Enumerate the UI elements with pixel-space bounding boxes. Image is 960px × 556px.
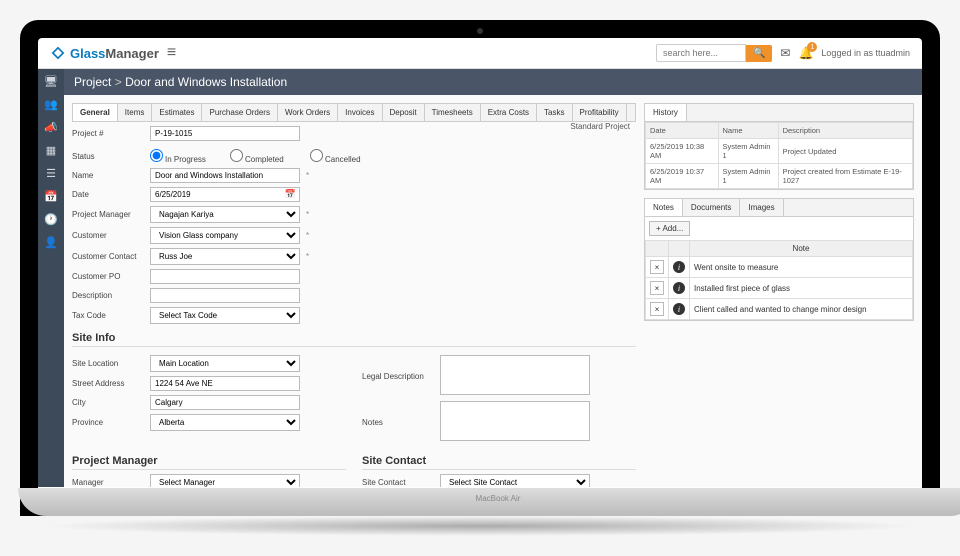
tab-profitability[interactable]: Profitability (573, 104, 627, 121)
street-input[interactable] (150, 376, 300, 391)
note-row: ×iWent onsite to measure (646, 257, 913, 278)
name-input[interactable] (150, 168, 300, 183)
search-button[interactable]: 🔍 (746, 45, 772, 62)
customer-label: Customer (72, 231, 144, 240)
add-note-button[interactable]: + Add... (649, 221, 690, 236)
search-input[interactable] (656, 44, 746, 62)
status-cancelled[interactable] (310, 149, 323, 162)
note-row: ×iInstalled first piece of glass (646, 278, 913, 299)
info-icon[interactable]: i (673, 261, 685, 273)
calendar-icon[interactable]: 📅 (285, 189, 296, 200)
tab-timesheets[interactable]: Timesheets (425, 104, 481, 121)
nav-clock-icon[interactable]: 🕐 (44, 213, 58, 226)
info-icon[interactable]: i (673, 303, 685, 315)
site-notes-input[interactable] (440, 401, 590, 441)
status-label: Status (72, 152, 144, 161)
tab-invoices[interactable]: Invoices (338, 104, 382, 121)
top-bar: GlassManager ≡ 🔍 ✉ 🔔1 Logged in as ttuad… (38, 38, 922, 69)
site-info-heading: Site Info (72, 332, 636, 347)
legal-desc-input[interactable] (440, 355, 590, 395)
tab-estimates[interactable]: Estimates (152, 104, 202, 121)
tab-extra-costs[interactable]: Extra Costs (481, 104, 537, 121)
notifications-icon[interactable]: 🔔1 (798, 46, 813, 60)
desc-input[interactable] (150, 288, 300, 303)
delete-note-button[interactable]: × (650, 260, 664, 274)
tax-label: Tax Code (72, 311, 144, 320)
history-panel: History DateNameDescription 6/25/2019 10… (644, 103, 914, 190)
name-label: Name (72, 171, 144, 180)
pm-select[interactable]: Nagajan Kariya (150, 206, 300, 223)
tab-general[interactable]: General (73, 104, 118, 121)
history-row: 6/25/2019 10:37 AMSystem Admin 1Project … (646, 164, 913, 189)
sc-section-heading: Site Contact (362, 455, 636, 470)
city-input[interactable] (150, 395, 300, 410)
desc-label: Description (72, 291, 144, 300)
contact-label: Customer Contact (72, 252, 144, 261)
status-radios: In Progress Completed Cancelled (150, 149, 382, 164)
breadcrumb-current: Door and Windows Installation (125, 75, 287, 89)
po-label: Customer PO (72, 272, 144, 281)
nav-calendar-icon[interactable]: 📅 (44, 190, 58, 203)
nav-announce-icon[interactable]: 📣 (44, 121, 58, 134)
info-icon[interactable]: i (673, 282, 685, 294)
tab-purchase-orders[interactable]: Purchase Orders (202, 104, 277, 121)
breadcrumb: Project > Door and Windows Installation (64, 69, 922, 95)
date-label: Date (72, 190, 144, 199)
nav-person-icon[interactable]: 👤 (44, 236, 58, 249)
project-no-input[interactable] (150, 126, 300, 141)
standard-project-label: Standard Project (570, 122, 636, 145)
side-nav: 🖥 👥 📣 ▦ ☰ 📅 🕐 👤 (38, 69, 64, 487)
tab-tasks[interactable]: Tasks (537, 104, 572, 121)
logo: GlassManager (50, 45, 159, 61)
project-tabs: General Items Estimates Purchase Orders … (72, 103, 636, 122)
project-no-label: Project # (72, 129, 144, 138)
login-status: Logged in as ttuadmin (821, 48, 910, 58)
nav-users-icon[interactable]: 👥 (44, 98, 58, 111)
menu-toggle-icon[interactable]: ≡ (167, 44, 176, 62)
site-contact-select[interactable]: Select Site Contact (440, 474, 590, 487)
breadcrumb-root[interactable]: Project (74, 75, 111, 89)
province-select[interactable]: Alberta (150, 414, 300, 431)
status-completed[interactable] (230, 149, 243, 162)
history-row: 6/25/2019 10:38 AMSystem Admin 1Project … (646, 139, 913, 164)
date-input[interactable] (150, 187, 300, 202)
contact-select[interactable]: Russ Joe (150, 248, 300, 265)
nav-dashboard-icon[interactable]: 🖥 (44, 75, 58, 88)
images-tab[interactable]: Images (740, 199, 783, 216)
tax-select[interactable]: Select Tax Code (150, 307, 300, 324)
status-in-progress[interactable] (150, 149, 163, 162)
logo-icon (50, 45, 66, 61)
manager-select[interactable]: Select Manager (150, 474, 300, 487)
tab-items[interactable]: Items (118, 104, 153, 121)
po-input[interactable] (150, 269, 300, 284)
notes-tab[interactable]: Notes (645, 199, 683, 216)
search-box: 🔍 (656, 44, 772, 62)
documents-tab[interactable]: Documents (683, 199, 740, 216)
history-tab[interactable]: History (645, 104, 687, 121)
customer-select[interactable]: Vision Glass company (150, 227, 300, 244)
delete-note-button[interactable]: × (650, 302, 664, 316)
mail-icon[interactable]: ✉ (780, 46, 790, 60)
nav-list-icon[interactable]: ☰ (46, 167, 56, 180)
note-row: ×iClient called and wanted to change min… (646, 299, 913, 320)
pm-section-heading: Project Manager (72, 455, 346, 470)
tab-deposit[interactable]: Deposit (383, 104, 425, 121)
notes-panel: Notes Documents Images + Add... Note ×iW… (644, 198, 914, 321)
pm-label: Project Manager (72, 210, 144, 219)
site-location-select[interactable]: Main Location (150, 355, 300, 372)
delete-note-button[interactable]: × (650, 281, 664, 295)
tab-work-orders[interactable]: Work Orders (278, 104, 338, 121)
nav-grid-icon[interactable]: ▦ (46, 144, 56, 157)
